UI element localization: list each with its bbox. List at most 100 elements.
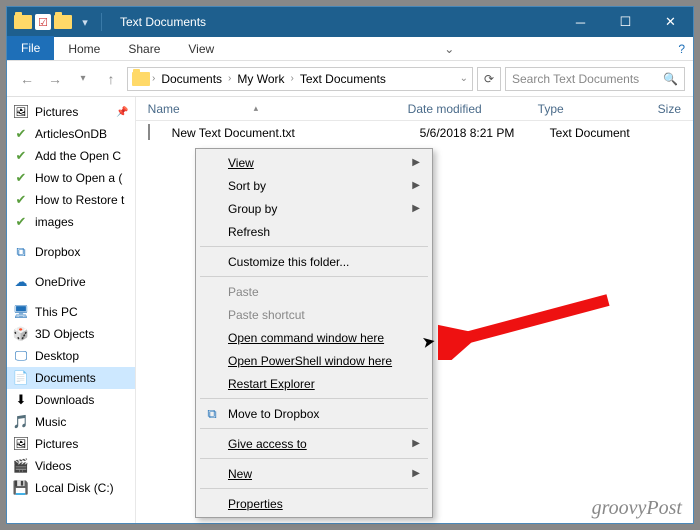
breadcrumb-documents[interactable]: Documents <box>157 70 226 88</box>
nav-item[interactable]: ✔images <box>7 211 135 233</box>
file-tab[interactable]: File <box>7 36 54 60</box>
navigation-pane: 🖼Pictures📌 ✔ArticlesOnDB ✔Add the Open C… <box>7 97 136 523</box>
menu-open-cmd[interactable]: Open command window here <box>198 326 430 349</box>
menu-restart-explorer[interactable]: Restart Explorer <box>198 372 430 395</box>
nav-pictures2[interactable]: 🖼Pictures <box>7 433 135 455</box>
folder-icon <box>13 12 33 32</box>
properties-icon[interactable]: ☑ <box>35 14 51 30</box>
column-headers: Name▴ Date modified Type Size <box>136 97 693 121</box>
menu-separator <box>200 428 428 429</box>
menu-refresh[interactable]: Refresh <box>198 220 430 243</box>
quick-access-toolbar: ☑ ▾ <box>7 12 112 32</box>
documents-icon: 📄 <box>13 370 29 386</box>
nav-onedrive[interactable]: ☁OneDrive <box>7 271 135 293</box>
recent-dropdown-icon[interactable]: ▾ <box>71 67 95 91</box>
videos-icon: 🎬 <box>13 458 29 474</box>
up-button[interactable]: ↑ <box>99 67 123 91</box>
chevron-right-icon: ▶ <box>412 180 420 191</box>
onedrive-icon: ☁ <box>13 274 29 290</box>
menu-paste-shortcut: Paste shortcut <box>198 303 430 326</box>
menu-view[interactable]: View▶ <box>198 151 430 174</box>
col-date[interactable]: Date modified <box>396 102 526 116</box>
tab-share[interactable]: Share <box>114 38 174 60</box>
chevron-right-icon: ▶ <box>412 203 420 214</box>
dropbox-icon: ⧉ <box>13 244 29 260</box>
expand-ribbon-icon[interactable]: ⌄ <box>436 38 462 60</box>
pictures-icon: 🖼 <box>13 104 29 120</box>
window-title: Text Documents <box>112 15 558 29</box>
menu-group[interactable]: Group by▶ <box>198 197 430 220</box>
menu-separator <box>200 398 428 399</box>
nav-localdisk[interactable]: 💾Local Disk (C:) <box>7 477 135 499</box>
chevron-right-icon[interactable]: › <box>152 73 155 84</box>
menu-new[interactable]: New▶ <box>198 462 430 485</box>
chevron-right-icon[interactable]: › <box>291 73 294 84</box>
address-row: ← → ▾ ↑ › Documents › My Work › Text Doc… <box>7 61 693 97</box>
check-icon: ✔ <box>13 192 29 208</box>
file-row[interactable]: New Text Document.txt 5/6/2018 8:21 PM T… <box>136 121 693 145</box>
close-button[interactable]: ✕ <box>648 7 693 37</box>
maximize-button[interactable]: ☐ <box>603 7 648 37</box>
menu-open-powershell[interactable]: Open PowerShell window here <box>198 349 430 372</box>
nav-item[interactable]: ✔How to Open a ( <box>7 167 135 189</box>
file-type: Text Document <box>538 126 658 140</box>
breadcrumb-mywork[interactable]: My Work <box>233 70 288 88</box>
col-type[interactable]: Type <box>526 102 646 116</box>
check-icon: ✔ <box>13 214 29 230</box>
forward-button[interactable]: → <box>43 67 67 91</box>
refresh-button[interactable]: ⟳ <box>477 67 501 91</box>
breadcrumb-textdocs[interactable]: Text Documents <box>296 70 390 88</box>
col-size[interactable]: Size <box>646 102 693 116</box>
window-controls: ─ ☐ ✕ <box>558 7 693 37</box>
tab-home[interactable]: Home <box>54 38 114 60</box>
titlebar: ☑ ▾ Text Documents ─ ☐ ✕ <box>7 7 693 37</box>
menu-give-access[interactable]: Give access to▶ <box>198 432 430 455</box>
menu-paste: Paste <box>198 280 430 303</box>
menu-sort[interactable]: Sort by▶ <box>198 174 430 197</box>
folder-icon <box>53 12 73 32</box>
file-date: 5/6/2018 8:21 PM <box>408 126 538 140</box>
chevron-right-icon: ▶ <box>412 157 420 168</box>
folder-icon <box>132 72 150 86</box>
help-icon[interactable]: ? <box>670 38 693 60</box>
nav-pictures[interactable]: 🖼Pictures📌 <box>7 101 135 123</box>
qat-dropdown-icon[interactable]: ▾ <box>75 12 95 32</box>
menu-separator <box>200 458 428 459</box>
nav-music[interactable]: 🎵Music <box>7 411 135 433</box>
minimize-button[interactable]: ─ <box>558 7 603 37</box>
check-icon: ✔ <box>13 148 29 164</box>
menu-move-dropbox[interactable]: ⧉Move to Dropbox <box>198 402 430 425</box>
search-placeholder: Search Text Documents <box>512 72 639 86</box>
3d-icon: 🎲 <box>13 326 29 342</box>
ribbon: File Home Share View ⌄ ? <box>7 37 693 61</box>
chevron-right-icon[interactable]: › <box>228 73 231 84</box>
nav-videos[interactable]: 🎬Videos <box>7 455 135 477</box>
chevron-right-icon: ▶ <box>412 438 420 449</box>
col-name[interactable]: Name▴ <box>136 102 396 116</box>
dropbox-icon: ⧉ <box>204 406 220 422</box>
file-name: New Text Document.txt <box>172 126 408 140</box>
check-icon: ✔ <box>13 170 29 186</box>
address-dropdown-icon[interactable]: ⌄ <box>460 73 468 84</box>
nav-item[interactable]: ✔Add the Open C <box>7 145 135 167</box>
tab-view[interactable]: View <box>174 38 228 60</box>
nav-3dobjects[interactable]: 🎲3D Objects <box>7 323 135 345</box>
menu-separator <box>200 246 428 247</box>
menu-properties[interactable]: Properties <box>198 492 430 515</box>
context-menu: View▶ Sort by▶ Group by▶ Refresh Customi… <box>195 148 433 518</box>
pc-icon: 🖥 <box>13 304 29 320</box>
pin-icon: 📌 <box>116 107 128 118</box>
back-button[interactable]: ← <box>15 67 39 91</box>
nav-dropbox[interactable]: ⧉Dropbox <box>7 241 135 263</box>
menu-customize[interactable]: Customize this folder... <box>198 250 430 273</box>
nav-desktop[interactable]: 🖵Desktop <box>7 345 135 367</box>
nav-documents[interactable]: 📄Documents <box>7 367 135 389</box>
nav-item[interactable]: ✔ArticlesOnDB <box>7 123 135 145</box>
search-input[interactable]: Search Text Documents 🔍 <box>505 67 685 91</box>
address-bar[interactable]: › Documents › My Work › Text Documents ⌄ <box>127 67 473 91</box>
nav-downloads[interactable]: ⬇Downloads <box>7 389 135 411</box>
nav-thispc[interactable]: 🖥This PC <box>7 301 135 323</box>
downloads-icon: ⬇ <box>13 392 29 408</box>
nav-item[interactable]: ✔How to Restore t <box>7 189 135 211</box>
search-icon: 🔍 <box>663 72 678 86</box>
